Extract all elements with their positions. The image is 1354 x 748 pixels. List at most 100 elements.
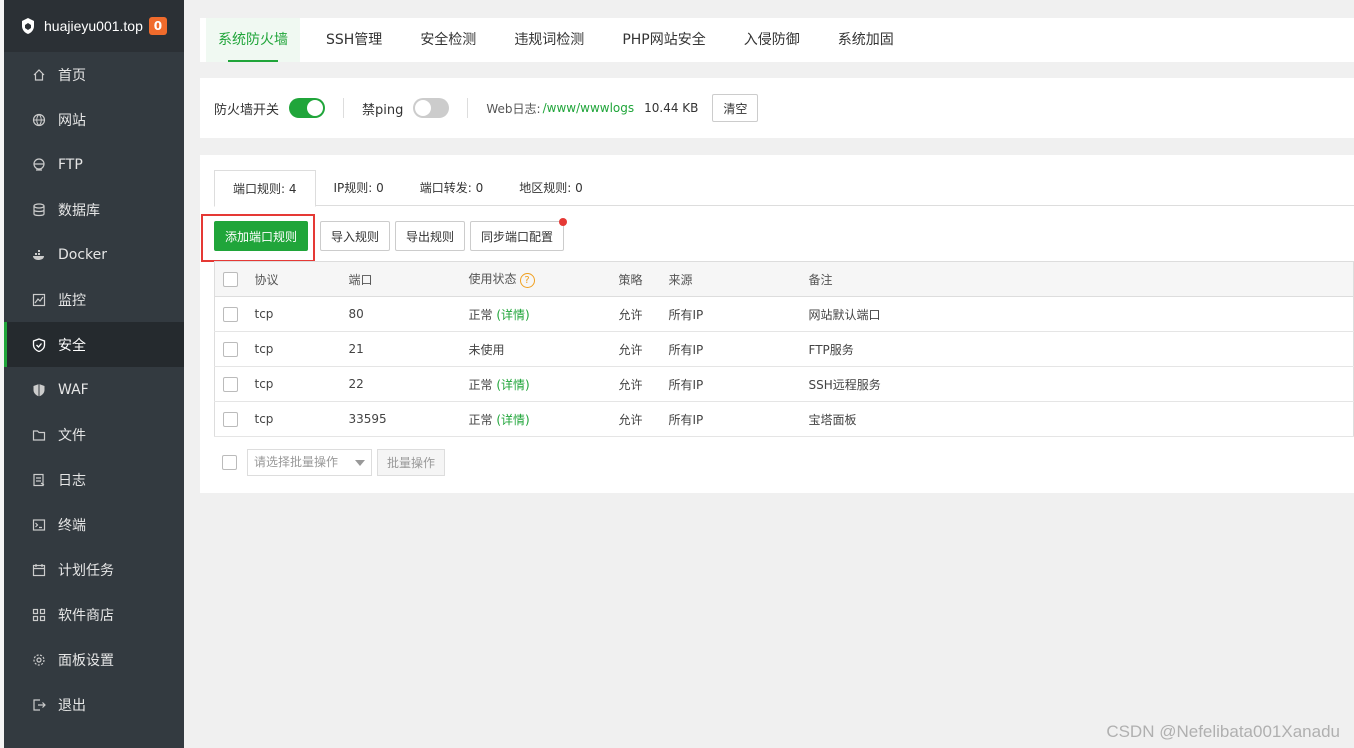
table-header-row: 协议 端口 使用状态? 策略 来源 备注 (214, 261, 1354, 297)
security-tabs: 系统防火墙 SSH管理 安全检测 违规词检测 PHP网站安全 入侵防御 系统加固 (200, 18, 1354, 62)
sidebar-item-7[interactable]: WAF (4, 367, 184, 412)
sidebar-item-14[interactable]: 退出 (4, 682, 184, 727)
sidebar-item-3[interactable]: 数据库 (4, 187, 184, 232)
tab-6[interactable]: 系统加固 (826, 18, 906, 62)
tab-5[interactable]: 入侵防御 (732, 18, 812, 62)
batch-operation-select[interactable]: 请选择批量操作 (247, 449, 372, 476)
sidebar-item-label: 首页 (58, 67, 86, 84)
import-rules-button[interactable]: 导入规则 (320, 221, 391, 251)
port-rules-table: 协议 端口 使用状态? 策略 来源 备注 tcp 80 正常 (详情) 允许 所有IP 网… (214, 261, 1354, 437)
status-text: 正常 (468, 412, 493, 427)
log-icon (33, 473, 45, 486)
weblog-path-link[interactable]: /www/wwwlogs (543, 101, 635, 115)
tab-1[interactable]: SSH管理 (314, 18, 394, 62)
table-row: tcp 33595 正常 (详情) 允许 所有IP 宝塔面板 (214, 401, 1354, 437)
sidebar-item-label: 终端 (58, 517, 86, 534)
shield-icon (32, 337, 46, 352)
cell-source: 所有IP (668, 331, 809, 367)
sidebar-item-5[interactable]: 监控 (4, 277, 184, 322)
sync-port-config-label: 同步端口配置 (481, 229, 554, 244)
rule-tab-0[interactable]: 端口规则: 4 (214, 170, 316, 207)
sidebar-item-2[interactable]: FTP (4, 142, 184, 187)
add-port-rule-button[interactable]: 添加端口规则 (214, 221, 309, 251)
sidebar-menu: 首页网站 FTP 数据库 Docker 监控安全 WAF 文件日志终端计划任务软件商店面板设… (4, 52, 184, 727)
sidebar-item-13[interactable]: 面板设置 (4, 637, 184, 682)
folder-icon (32, 429, 46, 441)
status-detail-link[interactable]: (详情) (496, 378, 529, 392)
weblog-label: Web日志: (486, 101, 541, 116)
select-all-checkbox[interactable] (223, 271, 238, 287)
header-policy: 策略 (618, 261, 669, 297)
home-icon (33, 68, 45, 81)
host-name: huajieyu001.top (44, 18, 143, 34)
notification-badge[interactable]: 0 (148, 17, 167, 35)
docker-icon (33, 249, 44, 260)
brand-header[interactable]: huajieyu001.top 0 (4, 0, 184, 52)
sidebar-item-8[interactable]: 文件 (4, 412, 184, 457)
batch-operate-button[interactable]: 批量操作 (377, 449, 446, 476)
row-checkbox[interactable] (223, 341, 238, 357)
cell-remark: 网站默认端口 (808, 296, 1354, 332)
terminal-icon (32, 518, 46, 531)
cell-source: 所有IP (668, 401, 809, 437)
header-port: 端口 (348, 261, 469, 297)
sidebar-item-label: 面板设置 (58, 652, 114, 669)
sidebar-item-label: 安全 (58, 337, 86, 354)
row-checkbox-cell (214, 296, 249, 332)
status-detail-link[interactable]: (详情) (496, 413, 529, 427)
monitor-icon (32, 293, 46, 306)
batch-select-checkbox[interactable] (222, 455, 237, 470)
cell-protocol: tcp (248, 366, 349, 402)
sidebar-item-12[interactable]: 软件商店 (4, 592, 184, 637)
header-checkbox-cell (214, 261, 249, 297)
cell-policy: 允许 (618, 401, 669, 437)
export-rules-button[interactable]: 导出规则 (395, 221, 466, 251)
clear-log-button[interactable]: 清空 (712, 94, 759, 122)
cell-protocol: tcp (248, 401, 349, 437)
row-checkbox[interactable] (223, 376, 238, 392)
sidebar-item-label: FTP (58, 156, 83, 173)
rule-tab-1[interactable]: IP规则: 0 (316, 170, 402, 206)
rules-panel: 端口规则: 4 IP规则: 0 端口转发: 0 地区规则: 0 添加端口规则 导入规则… (200, 155, 1354, 493)
row-checkbox-cell (214, 366, 249, 402)
sidebar-item-4[interactable]: Docker (4, 232, 184, 277)
tab-0[interactable]: 系统防火墙 (206, 18, 300, 62)
status-detail-link[interactable]: (详情) (496, 308, 529, 322)
status-text: 正常 (468, 377, 493, 392)
sidebar-item-label: 计划任务 (58, 562, 114, 579)
row-checkbox-cell (214, 331, 249, 367)
cell-port: 21 (348, 331, 469, 367)
rule-tab-2[interactable]: 端口转发: 0 (402, 170, 502, 206)
new-dot-indicator (559, 218, 568, 226)
tab-4[interactable]: PHP网站安全 (610, 18, 717, 62)
ping-toggle[interactable] (413, 98, 450, 118)
sidebar-item-6[interactable]: 安全 (4, 322, 184, 367)
sidebar-item-11[interactable]: 计划任务 (4, 547, 184, 592)
sidebar-item-label: 文件 (58, 427, 86, 444)
caret-down-icon (355, 460, 365, 466)
sidebar-item-10[interactable]: 终端 (4, 502, 184, 547)
sync-port-config-button[interactable]: 同步端口配置 (470, 218, 568, 251)
sidebar-item-0[interactable]: 首页 (4, 52, 184, 97)
rule-tab-3[interactable]: 地区规则: 0 (501, 170, 601, 206)
table-row: tcp 80 正常 (详情) 允许 所有IP 网站默认端口 (214, 296, 1354, 332)
tab-3[interactable]: 违规词检测 (502, 18, 596, 62)
firewall-switch-label: 防火墙开关 (214, 102, 280, 118)
rule-actions: 添加端口规则 导入规则 导出规则 同步端口配置 (214, 218, 569, 251)
row-checkbox[interactable] (223, 411, 238, 427)
row-checkbox[interactable] (223, 306, 238, 322)
table-body: tcp 80 正常 (详情) 允许 所有IP 网站默认端口 tcp 21 未使用 允许 所有IP F… (214, 296, 1354, 437)
help-icon[interactable]: ? (519, 273, 535, 288)
sidebar-item-label: 日志 (58, 472, 86, 489)
firewall-toggle[interactable] (289, 98, 326, 118)
tab-2[interactable]: 安全检测 (408, 18, 488, 62)
ping-switch-label: 禁ping (362, 102, 404, 118)
header-protocol: 协议 (248, 261, 349, 297)
sidebar-item-9[interactable]: 日志 (4, 457, 184, 502)
sidebar-item-label: 网站 (58, 112, 86, 129)
status-text: 正常 (468, 307, 493, 322)
cell-status: 正常 (详情) (468, 401, 619, 437)
sidebar-item-1[interactable]: 网站 (4, 97, 184, 142)
cell-protocol: tcp (248, 296, 349, 332)
divider (343, 98, 345, 118)
